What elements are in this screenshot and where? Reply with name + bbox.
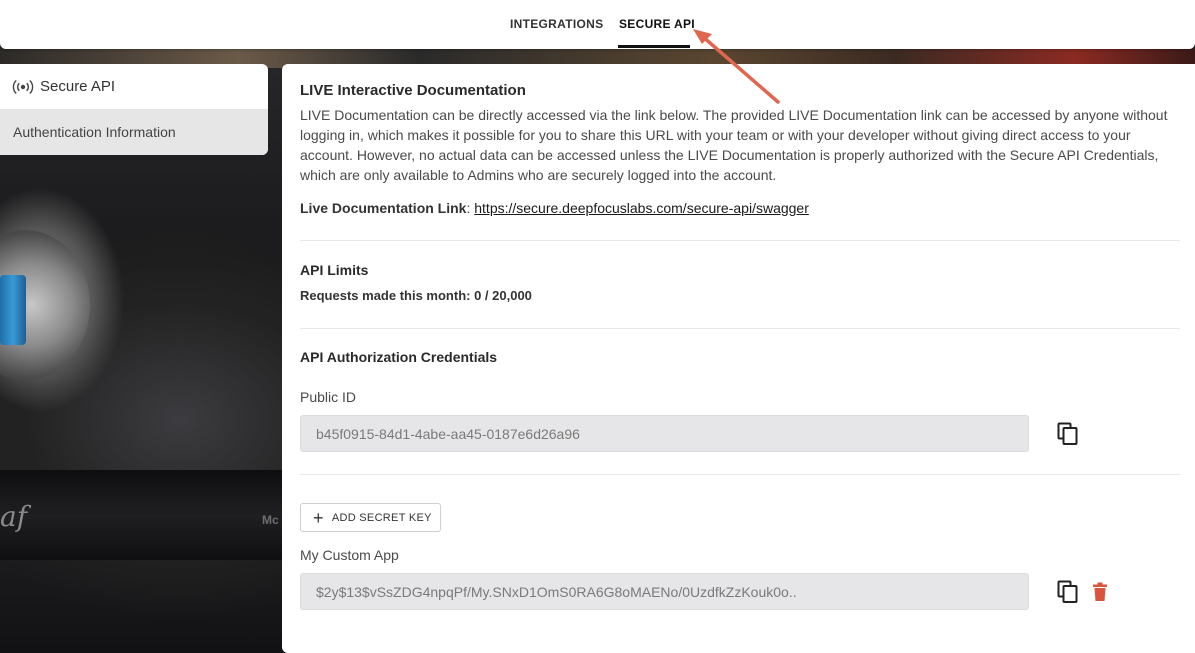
add-secret-key-label: ADD SECRET KEY [331,511,432,524]
sidebar: Secure API Authentication Information [0,64,268,155]
tab-integrations[interactable]: INTEGRATIONS [510,17,603,31]
sidebar-title: Secure API [40,78,116,95]
delete-secret-key-button[interactable] [1091,582,1109,602]
copy-icon [1057,422,1078,445]
tab-secure-api[interactable]: SECURE API [619,17,695,31]
divider [300,474,1180,475]
divider [300,240,1180,241]
api-limits-requests: Requests made this month: 0 / 20,000 [300,288,532,303]
background-mark-text: Mc [262,513,279,527]
broadcast-icon [12,79,34,95]
active-tab-indicator [618,45,690,48]
docs-description: LIVE Documentation can be directly acces… [300,107,1168,183]
main-panel: LIVE Interactive Documentation LIVE Docu… [282,64,1195,653]
public-id-label: Public ID [300,389,357,405]
copy-public-id-button[interactable] [1057,422,1079,446]
credentials-heading: API Authorization Credentials [300,349,498,365]
background-script-text: af [0,500,28,533]
docs-link-row: Live Documentation Link: https://secure.… [300,200,1180,216]
docs-link-label: Live Documentation Link [300,200,467,216]
docs-heading: LIVE Interactive Documentation [300,82,526,99]
copy-icon [1057,580,1078,603]
public-id-field[interactable]: b45f0915-84d1-4abe-aa45-0187e6d26a96 [300,415,1029,452]
add-secret-key-button[interactable]: + ADD SECRET KEY [300,503,441,532]
docs-link[interactable]: https://secure.deepfocuslabs.com/secure-… [474,200,809,216]
sidebar-header: Secure API [0,64,268,109]
top-nav-bar: INTEGRATIONS SECURE API [0,0,1195,49]
background-blue-object [0,275,26,345]
trash-icon [1093,582,1107,601]
copy-secret-key-button[interactable] [1057,580,1079,604]
plus-icon: + [313,507,324,528]
divider [300,328,1180,329]
secret-key-field[interactable]: $2y$13$vSsZDG4npqPf/My.SNxD1OmS0RA6G8oMA… [300,573,1029,610]
secret-key-name: My Custom App [300,547,399,563]
sidebar-item-authentication-information[interactable]: Authentication Information [0,109,268,155]
docs-link-separator: : [466,200,471,216]
api-limits-heading: API Limits [300,262,369,278]
background-band [0,470,282,560]
